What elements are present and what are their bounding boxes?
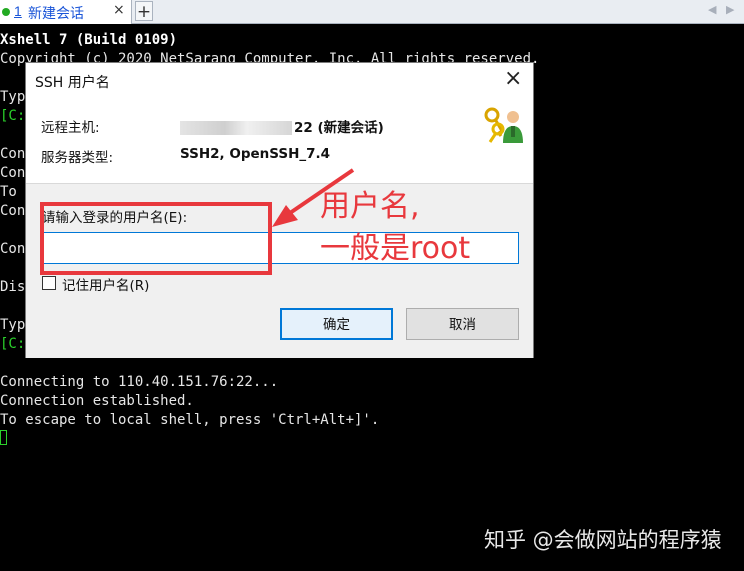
tab-number: 1 [14, 3, 22, 19]
session-tab[interactable]: 1 新建会话 × [0, 0, 132, 24]
terminal-line: To escape to local shell, press 'Ctrl+Al… [0, 412, 380, 428]
redacted-host [180, 121, 292, 135]
tab-label: 新建会话 [28, 6, 84, 22]
remote-host-text: 22 (新建会话) [294, 120, 384, 136]
remote-host-label: 远程主机: [41, 120, 100, 136]
terminal-line: Con [0, 241, 26, 257]
server-type-value: SSH2, OpenSSH_7.4 [180, 146, 331, 162]
annotation-text: 用户名, [320, 189, 420, 224]
remember-username-label[interactable]: 记住用户名(R) [62, 274, 149, 294]
tab-scroll-left-icon[interactable]: ◀ [708, 3, 716, 16]
keys-user-icon [484, 107, 523, 143]
terminal-line: Typ [0, 317, 26, 333]
annotation-highlight-box [40, 202, 272, 275]
terminal-line: Xshell 7 (Build 0109) [0, 32, 178, 48]
terminal-line: Typ [0, 89, 26, 105]
session-tabbar: 1 新建会话 × + ◀ ▶ [0, 0, 744, 24]
new-tab-button[interactable]: + [135, 1, 153, 22]
terminal-prompt: [C: [0, 336, 26, 352]
terminal-line: Con [0, 165, 26, 181]
tab-close-icon[interactable]: × [113, 2, 125, 18]
cancel-button[interactable]: 取消 [406, 308, 519, 340]
dialog-title: SSH 用户名 [35, 75, 110, 91]
tab-scroll-right-icon[interactable]: ▶ [726, 3, 734, 16]
connected-status-icon [2, 8, 10, 16]
ok-button[interactable]: 确定 [280, 308, 393, 340]
terminal-line: Con [0, 203, 26, 219]
terminal-prompt: [C: [0, 108, 26, 124]
terminal-line: Con [0, 146, 26, 162]
terminal-line: Dis [0, 279, 26, 295]
terminal-cursor [0, 430, 7, 445]
terminal-line: To [0, 184, 17, 200]
terminal-line: Connecting to 110.40.151.76:22... [0, 374, 279, 390]
dialog-close-icon[interactable]: × [504, 66, 522, 92]
remote-host-value: 22 (新建会话) [180, 116, 384, 136]
terminal-line: Connection established. [0, 393, 194, 409]
server-type-label: 服务器类型: [41, 150, 114, 166]
watermark: 知乎 @会做网站的程序猿 [484, 528, 722, 552]
annotation-text: 一般是root [320, 231, 471, 266]
remember-username-checkbox[interactable] [42, 276, 56, 290]
